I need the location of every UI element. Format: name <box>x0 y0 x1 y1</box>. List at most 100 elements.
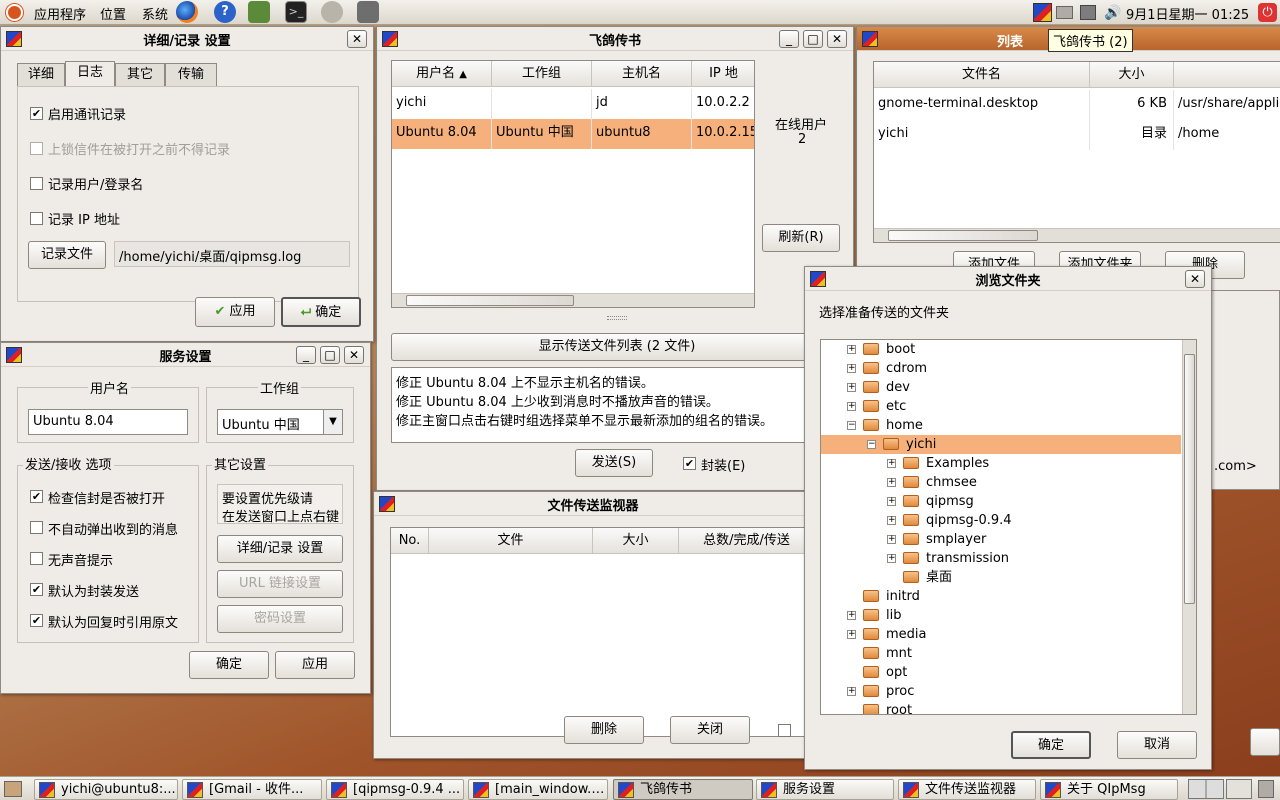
close-button[interactable]: ✕ <box>827 30 847 48</box>
tree-node[interactable]: + Examples <box>821 454 1181 473</box>
menu-places[interactable]: 位置 <box>100 4 126 23</box>
tree-node[interactable]: + media <box>821 625 1181 644</box>
column-header-ip[interactable]: IP 地 <box>692 61 754 87</box>
file-row-path[interactable]: /home <box>1174 120 1280 150</box>
terminal-icon[interactable]: >_ <box>285 1 307 23</box>
tree-node[interactable]: + qipmsg-0.9.4 <box>821 511 1181 530</box>
tree-node[interactable]: + qipmsg <box>821 492 1181 511</box>
column-header-hostname[interactable]: 主机名 <box>592 61 692 87</box>
log-file-button[interactable]: 记录文件 <box>28 241 106 269</box>
chevron-down-icon[interactable]: ▼ <box>323 410 342 434</box>
tree-node[interactable]: 桌面 <box>821 568 1181 587</box>
volume-icon[interactable]: 🔊 <box>1104 5 1121 21</box>
trash-icon[interactable] <box>1258 780 1274 798</box>
tree-node[interactable]: + proc <box>821 682 1181 701</box>
column-header-file[interactable]: 文件 <box>429 528 593 554</box>
details-titlebar[interactable]: 详细/记录 设置 ✕ <box>1 27 373 51</box>
partial-ok-button[interactable] <box>1250 728 1280 756</box>
expand-icon[interactable]: + <box>887 478 896 487</box>
taskbar-button[interactable]: [qipmsg-0.9.4 ... <box>326 779 464 800</box>
user-cell-host[interactable]: ubuntu8 <box>592 119 692 149</box>
expand-icon[interactable]: + <box>887 535 896 544</box>
log-ip-checkbox[interactable] <box>30 212 43 225</box>
tab-log[interactable]: 日志 <box>65 61 115 87</box>
taskbar-button[interactable]: yichi@ubuntu8:... <box>34 779 178 800</box>
expand-icon[interactable]: + <box>887 459 896 468</box>
column-header-number[interactable]: No. <box>391 528 429 554</box>
screenshot-icon[interactable] <box>357 1 379 23</box>
ok-button[interactable]: ⮠ 确定 <box>281 297 361 327</box>
tree-node[interactable]: + cdrom <box>821 359 1181 378</box>
tab-details[interactable]: 详细 <box>17 63 65 87</box>
tree-node[interactable]: − home <box>821 416 1181 435</box>
show-desktop-icon[interactable] <box>4 781 22 797</box>
taskbar-button[interactable]: 文件传送监视器 <box>898 779 1036 800</box>
column-header-workgroup[interactable]: 工作组 <box>492 61 592 87</box>
expand-icon[interactable]: + <box>847 402 856 411</box>
monitor-delete-button[interactable]: 删除 <box>564 716 644 744</box>
column-header-progress[interactable]: 总数/完成/传送 <box>679 528 813 554</box>
close-button[interactable]: ✕ <box>1185 270 1205 288</box>
expand-icon[interactable]: + <box>847 630 856 639</box>
tab-transfer[interactable]: 传输 <box>165 63 217 87</box>
minimize-button[interactable]: _ <box>779 30 799 48</box>
user-cell-name[interactable]: yichi <box>392 89 492 119</box>
tree-node[interactable]: + smplayer <box>821 530 1181 549</box>
check-envelope-checkbox[interactable]: ✔ <box>30 490 43 503</box>
browse-titlebar[interactable]: 浏览文件夹 ✕ <box>805 267 1211 291</box>
minimize-button[interactable]: _ <box>296 346 316 364</box>
details-settings-button[interactable]: 详细/记录 设置 <box>217 535 343 563</box>
user-cell-name[interactable]: Ubuntu 8.04 <box>392 119 492 149</box>
browse-ok-button[interactable]: 确定 <box>1011 731 1091 759</box>
message-area[interactable]: 修正 Ubuntu 8.04 上不显示主机名的错误。 修正 Ubuntu 8.0… <box>391 367 843 443</box>
horizontal-scrollbar[interactable] <box>874 228 1280 242</box>
printer-icon[interactable] <box>1056 6 1073 19</box>
user-cell-ip[interactable]: 10.0.2.2 <box>692 89 754 119</box>
collapse-icon[interactable]: − <box>867 440 876 449</box>
browse-cancel-button[interactable]: 取消 <box>1117 731 1197 759</box>
folder-tree[interactable]: + boot + cdrom + dev + etc − home − yichi + Examples +… <box>820 339 1197 715</box>
expand-icon[interactable]: + <box>887 554 896 563</box>
user-cell-host[interactable]: jd <box>592 89 692 119</box>
column-header-path[interactable] <box>1174 62 1280 88</box>
show-files-button[interactable]: 显示传送文件列表 (2 文件) <box>391 333 843 361</box>
maximize-button[interactable]: □ <box>803 30 823 48</box>
taskbar-button[interactable]: [Gmail - 收件... <box>182 779 322 800</box>
file-row-size[interactable]: 6 KB <box>1090 90 1174 120</box>
clock[interactable]: 9月1日星期一 01:25 <box>1126 4 1249 23</box>
expand-icon[interactable]: + <box>887 497 896 506</box>
expand-icon[interactable]: + <box>847 611 856 620</box>
file-row-size[interactable]: 目录 <box>1090 120 1174 150</box>
service-apply-button[interactable]: 应用 <box>275 651 355 679</box>
tree-node[interactable]: initrd <box>821 587 1181 606</box>
help-icon[interactable]: ? <box>214 1 236 23</box>
collapse-icon[interactable]: − <box>847 421 856 430</box>
expand-icon[interactable]: + <box>847 364 856 373</box>
taskbar-button[interactable]: [main_window.… <box>468 779 608 800</box>
user-cell-group[interactable] <box>492 89 592 119</box>
tree-node[interactable]: + boot <box>821 340 1181 359</box>
tree-node[interactable]: root <box>821 701 1181 714</box>
close-button[interactable]: ✕ <box>347 30 367 48</box>
workspace-switcher[interactable] <box>1188 779 1224 799</box>
tree-node[interactable]: + chmsee <box>821 473 1181 492</box>
ubuntu-logo-icon[interactable] <box>6 4 23 21</box>
user-cell-group[interactable]: Ubuntu 中国 <box>492 119 592 149</box>
horizontal-scrollbar[interactable] <box>392 293 754 307</box>
username-input[interactable]: Ubuntu 8.04 <box>28 409 188 435</box>
monitor-close-button[interactable]: 关闭 <box>670 716 750 744</box>
log-file-path[interactable]: /home/yichi/桌面/qipmsg.log <box>114 241 350 267</box>
no-popup-checkbox[interactable] <box>30 521 43 534</box>
expand-icon[interactable]: + <box>847 687 856 696</box>
partial-checkbox[interactable] <box>778 724 791 737</box>
taskbar-button[interactable]: 飞鸽传书 <box>613 779 753 800</box>
maximize-button[interactable]: □ <box>320 346 340 364</box>
tree-node[interactable]: + lib <box>821 606 1181 625</box>
column-header-filename[interactable]: 文件名 <box>874 62 1090 88</box>
close-button[interactable]: ✕ <box>344 346 364 364</box>
file-row-name[interactable]: yichi <box>874 120 1090 150</box>
send-button[interactable]: 发送(S) <box>575 449 653 477</box>
tab-other[interactable]: 其它 <box>115 63 165 87</box>
tree-node[interactable]: + transmission <box>821 549 1181 568</box>
user-cell-ip[interactable]: 10.0.2.15 <box>692 119 754 149</box>
